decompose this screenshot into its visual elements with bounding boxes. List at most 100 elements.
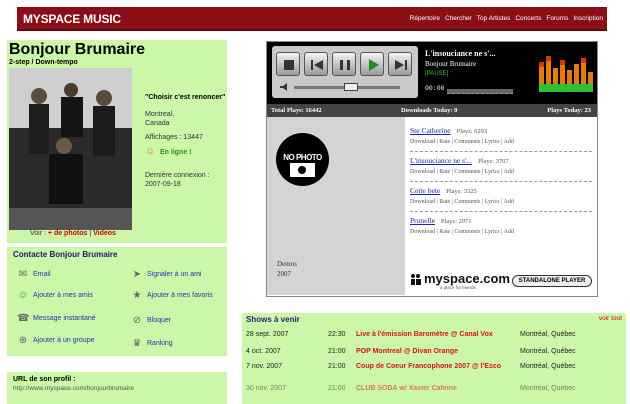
show-time: 21:00 xyxy=(328,363,346,370)
track-plays: Plays: 3325 xyxy=(446,188,477,195)
view-label: Voir : xyxy=(30,230,46,237)
top-navigation-bar: MYSPACE MUSIC Répertoire Chercher Top Ar… xyxy=(17,7,607,31)
nav-link-forums[interactable]: Forums xyxy=(546,15,568,22)
transport-panel xyxy=(272,46,418,98)
player-mode: [PAUSE] xyxy=(425,71,449,77)
show-venue-link[interactable]: CLUB SODA w/ Xavier Cafeine xyxy=(356,385,520,393)
next-icon xyxy=(395,60,407,70)
add-friend-link[interactable]: ☺ Ajouter à mes amis xyxy=(17,290,112,302)
lyrics-link[interactable]: Lyrics xyxy=(485,199,500,205)
rate-link[interactable]: Rate xyxy=(439,199,450,205)
band-photo[interactable] xyxy=(9,68,132,230)
upcoming-shows: Shows à venir voir tout 28 sept. 2007 22… xyxy=(242,313,626,404)
track-actions: Download | Rate | Comments | Lyrics | Ad… xyxy=(410,139,514,145)
add-group-link[interactable]: ⊕ Ajouter à un groupe xyxy=(17,335,112,347)
nav-link-chercher[interactable]: Chercher xyxy=(445,15,472,22)
now-playing-title: L'insouciance ne s'... xyxy=(425,49,496,58)
forward-icon: ➤ xyxy=(132,269,142,280)
equalizer-icon xyxy=(539,56,593,92)
more-photos-link[interactable]: + de photos xyxy=(48,230,87,237)
now-playing: L'insouciance ne s'... Bonjour Brumaire … xyxy=(425,49,535,77)
pause-button[interactable] xyxy=(332,52,356,76)
nav-link-repertoire[interactable]: Répertoire xyxy=(410,15,440,22)
rate-link[interactable]: Rate xyxy=(439,169,450,175)
stop-button[interactable] xyxy=(276,52,300,76)
add-favorites-link[interactable]: ★ Ajouter à mes favoris xyxy=(131,290,225,302)
show-row: 7 nov. 2007 21:00 Coup de Coeur Francoph… xyxy=(246,363,622,377)
comments-link[interactable]: Comments xyxy=(454,229,480,235)
standalone-player-button[interactable]: STANDALONE PLAYER xyxy=(512,275,592,287)
add-link[interactable]: Add xyxy=(504,229,514,235)
last-login: Dernière connexion : 2007-09-18 xyxy=(145,171,227,189)
play-button[interactable] xyxy=(360,52,384,76)
show-date: 7 nov. 2007 xyxy=(246,363,283,370)
no-photo-label: NO PHOTO xyxy=(283,153,322,162)
track-row: Prunelle Plays: 2971 Download | Rate | C… xyxy=(410,212,592,242)
genre-label: 2-step / Down-tempo xyxy=(9,59,78,66)
add-link[interactable]: Add xyxy=(504,199,514,205)
show-row: 4 oct. 2007 21:00 POP Montreal @ Divan O… xyxy=(246,348,622,362)
instant-message-link[interactable]: ☎ Message instantané xyxy=(17,313,112,325)
forward-to-friend-link[interactable]: ➤ Signaler à un ami xyxy=(131,269,225,281)
rate-link[interactable]: Rate xyxy=(439,139,450,145)
next-button[interactable] xyxy=(388,52,412,76)
rate-link[interactable]: Rate xyxy=(439,229,450,235)
profile-info: "Choisir c'est renoncer" Montreal, Canad… xyxy=(145,93,227,189)
add-link[interactable]: Add xyxy=(504,139,514,145)
see-all-link[interactable]: voir tout xyxy=(599,315,622,322)
main-nav: Répertoire Chercher Top Artistes Concert… xyxy=(410,15,603,22)
no-photo-badge: NO PHOTO xyxy=(276,133,329,186)
favorites-label: Ajouter à mes favoris xyxy=(147,292,213,299)
player-controls-bar: L'insouciance ne s'... Bonjour Brumaire … xyxy=(267,42,597,104)
track-plays: Plays: 2971 xyxy=(441,218,472,225)
forward-label: Signaler à un ami xyxy=(147,271,202,278)
band-name: Bonjour Brumaire xyxy=(9,41,146,58)
block-link[interactable]: ⊘ Bloquer xyxy=(131,315,225,327)
show-venue-link[interactable]: Coup de Coeur Francophone 2007 @ l'Esco xyxy=(356,363,520,371)
ranking-link[interactable]: ♛ Ranking xyxy=(131,338,225,350)
show-venue-link[interactable]: POP Montreal @ Divan Orange xyxy=(356,348,520,356)
track-title[interactable]: Cette bete xyxy=(410,186,440,195)
add-link[interactable]: Add xyxy=(504,169,514,175)
nav-link-inscription[interactable]: Inscription xyxy=(573,15,603,22)
download-link[interactable]: Download xyxy=(410,199,435,205)
progress-bar[interactable]: 00:00 xyxy=(425,85,535,94)
lyrics-link[interactable]: Lyrics xyxy=(485,139,500,145)
online-label: En ligne ! xyxy=(160,148,192,156)
show-city: Montréal, Québec xyxy=(520,348,576,355)
show-city: Montréal, Québec xyxy=(520,363,576,370)
comments-link[interactable]: Comments xyxy=(454,199,480,205)
track-plays: Plays: 6293 xyxy=(456,128,488,135)
track-title[interactable]: L'insouciance ne s'... xyxy=(410,156,472,165)
download-link[interactable]: Download xyxy=(410,139,435,145)
videos-link[interactable]: Videos xyxy=(93,230,116,237)
nav-link-top-artistes[interactable]: Top Artistes xyxy=(477,15,511,22)
elapsed-time: 00:00 xyxy=(425,85,445,92)
track-list: Ste Catherine Plays: 6293 Download | Rat… xyxy=(410,122,592,242)
download-link[interactable]: Download xyxy=(410,229,435,235)
comments-link[interactable]: Comments xyxy=(454,169,480,175)
profile-url[interactable]: http://www.myspace.com/bonjourbrumaire xyxy=(13,385,134,392)
myspace-music-logo[interactable]: MYSPACE MUSIC xyxy=(23,12,121,26)
track-title[interactable]: Prunelle xyxy=(410,216,435,225)
email-link[interactable]: ✉ Email xyxy=(17,269,112,281)
mail-icon: ✉ xyxy=(18,269,28,280)
lyrics-link[interactable]: Lyrics xyxy=(485,229,500,235)
lyrics-link[interactable]: Lyrics xyxy=(485,169,500,175)
show-venue-link[interactable]: Live à l'émission Baromètre @ Canal Vox xyxy=(356,331,520,339)
comments-link[interactable]: Comments xyxy=(454,139,480,145)
myspace-logo[interactable]: myspace.com xyxy=(424,271,510,286)
volume-knob[interactable] xyxy=(344,83,358,91)
show-time: 21:00 xyxy=(328,348,346,355)
email-label: Email xyxy=(33,271,51,278)
album-art-panel: NO PHOTO Demos 2007 xyxy=(267,117,405,295)
previous-button[interactable] xyxy=(304,52,328,76)
track-title[interactable]: Ste Catherine xyxy=(410,126,451,135)
nav-link-concerts[interactable]: Concerts xyxy=(515,15,541,22)
add-friend-label: Ajouter à mes amis xyxy=(33,292,93,299)
volume-slider[interactable] xyxy=(280,83,412,91)
progress-track xyxy=(447,89,513,94)
download-link[interactable]: Download xyxy=(410,169,435,175)
profile-url-box: URL de son profil : http://www.myspace.c… xyxy=(7,372,227,404)
album-name: Demos xyxy=(277,260,297,268)
